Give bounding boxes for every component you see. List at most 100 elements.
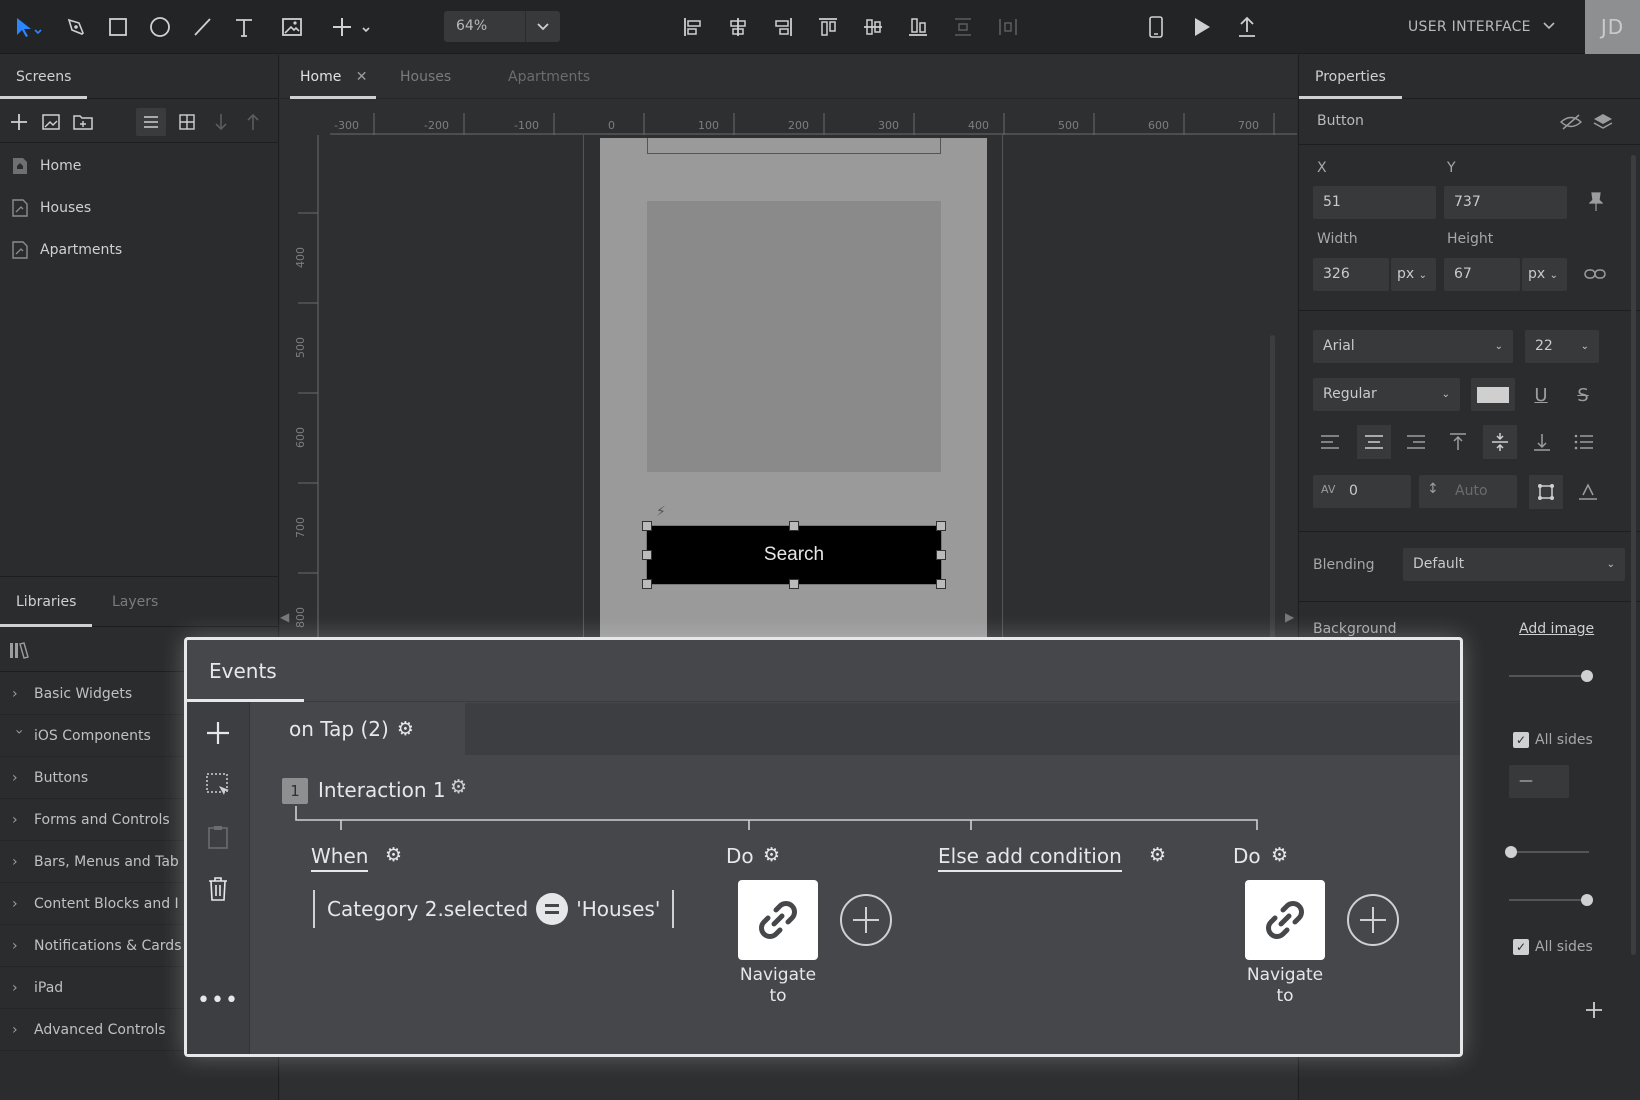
library-icon[interactable]	[8, 639, 30, 661]
gear-icon[interactable]: ⚙	[1149, 844, 1166, 866]
height-unit-select[interactable]: px ⌄	[1522, 258, 1567, 291]
pen-icon[interactable]	[62, 12, 90, 42]
device-preview-icon[interactable]	[1144, 12, 1168, 42]
border-style-select[interactable]: —	[1509, 765, 1569, 798]
tab-home[interactable]: Home ✕	[290, 55, 376, 99]
align-bottom-icon[interactable]	[906, 12, 930, 42]
opacity-slider[interactable]	[1509, 670, 1593, 682]
width-input[interactable]: 326	[1313, 258, 1389, 291]
trash-icon[interactable]	[205, 876, 231, 902]
collapse-left-icon[interactable]: ◀	[280, 610, 289, 624]
avatar[interactable]: JD	[1585, 0, 1640, 54]
list-view-icon[interactable]	[136, 108, 166, 136]
select-icon[interactable]	[12, 12, 48, 42]
resize-handle[interactable]	[642, 579, 652, 589]
gear-icon[interactable]: ⚙	[385, 844, 402, 866]
x-input[interactable]: 51	[1313, 186, 1436, 219]
valign-top-icon[interactable]	[1441, 425, 1475, 459]
slider[interactable]	[1509, 894, 1593, 906]
equals-icon[interactable]	[536, 893, 569, 925]
resize-handle[interactable]	[936, 521, 946, 531]
tab-libraries[interactable]: Libraries	[0, 577, 93, 627]
align-center-icon[interactable]	[1357, 425, 1391, 459]
align-right-icon[interactable]	[771, 12, 795, 42]
export-icon[interactable]	[1235, 12, 1259, 42]
add-screen-icon[interactable]	[8, 111, 30, 133]
image-placeholder[interactable]	[647, 201, 941, 472]
tab-houses[interactable]: Houses	[400, 55, 451, 99]
screen-item-apartments[interactable]: Apartments	[0, 229, 278, 271]
font-size-select[interactable]: 22 ⌄	[1525, 330, 1599, 363]
text-color-swatch[interactable]	[1471, 378, 1515, 411]
rectangle-icon[interactable]	[104, 12, 132, 42]
add-action-button[interactable]	[840, 894, 892, 946]
distribute-v-icon[interactable]	[951, 12, 975, 42]
y-input[interactable]: 737	[1444, 186, 1567, 219]
align-center-h-icon[interactable]	[726, 12, 750, 42]
font-weight-select[interactable]: Regular ⌄	[1313, 378, 1460, 411]
resize-handle[interactable]	[936, 550, 946, 560]
when-label[interactable]: When	[311, 844, 369, 872]
move-down-icon[interactable]	[210, 111, 232, 133]
image-icon[interactable]	[40, 111, 62, 133]
valign-bottom-icon[interactable]	[1525, 425, 1559, 459]
resize-handle[interactable]	[936, 579, 946, 589]
resize-handle[interactable]	[789, 579, 799, 589]
align-middle-icon[interactable]	[861, 12, 885, 42]
blending-select[interactable]: Default ⌄	[1403, 548, 1625, 581]
add-icon[interactable]	[1583, 999, 1605, 1021]
screen-item-home[interactable]: Home	[0, 145, 278, 187]
else-condition-link[interactable]: Else add condition	[938, 844, 1122, 872]
play-icon[interactable]	[1190, 12, 1214, 42]
search-button[interactable]: Search	[646, 525, 942, 585]
align-left-icon[interactable]	[1313, 425, 1347, 459]
layers-icon[interactable]	[1591, 111, 1615, 133]
text-icon[interactable]	[230, 12, 258, 42]
hide-icon[interactable]	[1559, 111, 1583, 133]
width-unit-select[interactable]: px ⌄	[1391, 258, 1436, 291]
align-right-icon[interactable]	[1399, 425, 1433, 459]
header-bar[interactable]	[647, 138, 941, 154]
resize-handle[interactable]	[789, 521, 799, 531]
link-icon[interactable]	[1583, 263, 1607, 285]
collapse-right-icon[interactable]: ▶	[1285, 610, 1294, 624]
slider[interactable]	[1505, 846, 1589, 858]
align-top-icon[interactable]	[816, 12, 840, 42]
zoom-select[interactable]: 64%	[444, 11, 560, 42]
valign-middle-icon[interactable]	[1483, 425, 1517, 459]
auto-size-icon[interactable]	[1529, 475, 1563, 509]
align-left-icon[interactable]	[681, 12, 705, 42]
gear-icon[interactable]: ⚙	[1271, 844, 1288, 866]
distribute-h-icon[interactable]	[996, 12, 1020, 42]
scrollbar[interactable]	[1631, 155, 1636, 955]
underline-icon[interactable]: U	[1529, 383, 1553, 407]
add-image-link[interactable]: Add image	[1519, 621, 1594, 637]
navigate-to-action[interactable]	[1245, 880, 1325, 960]
pin-icon[interactable]	[1585, 191, 1607, 213]
close-icon[interactable]: ✕	[356, 69, 368, 85]
more-icon[interactable]: •••	[197, 988, 238, 1013]
font-family-select[interactable]: Arial ⌄	[1313, 330, 1513, 363]
add-action-button[interactable]	[1347, 894, 1399, 946]
project-menu[interactable]: USER INTERFACE	[1408, 0, 1556, 54]
tab-screens[interactable]: Screens	[0, 55, 88, 99]
screen-item-houses[interactable]: Houses	[0, 187, 278, 229]
screen-artboard[interactable]: ⚡ Search	[600, 138, 987, 658]
list-icon[interactable]	[1567, 425, 1601, 459]
all-sides-checkbox[interactable]: ✓	[1513, 732, 1529, 748]
all-sides-checkbox[interactable]: ✓	[1513, 939, 1529, 955]
grid-view-icon[interactable]	[176, 111, 198, 133]
tab-apartments[interactable]: Apartments	[508, 55, 590, 99]
tab-layers[interactable]: Layers	[96, 577, 174, 627]
add-icon[interactable]	[328, 12, 376, 42]
image-icon[interactable]	[278, 12, 306, 42]
gear-icon[interactable]: ⚙	[763, 844, 780, 866]
resize-handle[interactable]	[642, 550, 652, 560]
height-input[interactable]: 67	[1444, 258, 1520, 291]
strikethrough-icon[interactable]: S	[1571, 383, 1595, 407]
add-folder-icon[interactable]	[72, 111, 94, 133]
condition-expression[interactable]: Category 2.selected 'Houses'	[313, 890, 675, 928]
ellipse-icon[interactable]	[146, 12, 174, 42]
move-up-icon[interactable]	[242, 111, 264, 133]
line-icon[interactable]	[188, 12, 216, 42]
